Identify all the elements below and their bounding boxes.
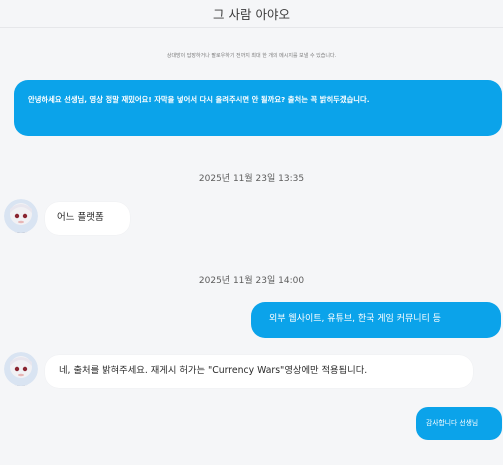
message-limit-notice: 상대방이 답장하거나 팔로우하기 전까지 최대 한 개의 메시지를 보낼 수 있… — [166, 53, 337, 59]
message-text: 감사합니다 선생님 — [426, 419, 479, 427]
avatar-icon — [4, 352, 38, 386]
received-message-bubble[interactable]: 네, 출처를 밝혀주세요. 재게시 허가는 "Currency Wars"영상에… — [45, 355, 473, 388]
message-text: 안녕하세요 선생님, 영상 정말 재밌어요! 자막을 넣어서 다시 올려주시면 … — [28, 95, 370, 104]
received-message-bubble[interactable]: 어느 플랫폼 — [45, 202, 130, 235]
avatar[interactable] — [4, 199, 38, 233]
sent-message-bubble[interactable]: 외부 웹사이트, 유튜브, 한국 게임 커뮤니티 등 — [251, 302, 501, 338]
sent-message-bubble[interactable]: 감사합니다 선생님 — [416, 407, 502, 440]
message-text: 어느 플랫폼 — [57, 212, 104, 223]
timestamp: 2025년 11월 23일 14:00 — [198, 276, 305, 286]
chat-header: 그 사람 아야오 — [0, 0, 503, 28]
sent-message-bubble[interactable]: 안녕하세요 선생님, 영상 정말 재밌어요! 자막을 넣어서 다시 올려주시면 … — [14, 80, 502, 136]
avatar[interactable] — [4, 352, 38, 386]
avatar-icon — [4, 199, 38, 233]
message-text: 외부 웹사이트, 유튜브, 한국 게임 커뮤니티 등 — [269, 314, 441, 324]
message-text: 네, 출처를 밝혀주세요. 재게시 허가는 "Currency Wars"영상에… — [59, 365, 368, 376]
timestamp: 2025년 11월 23일 13:35 — [198, 174, 305, 184]
chat-title: 그 사람 아야오 — [213, 7, 290, 22]
